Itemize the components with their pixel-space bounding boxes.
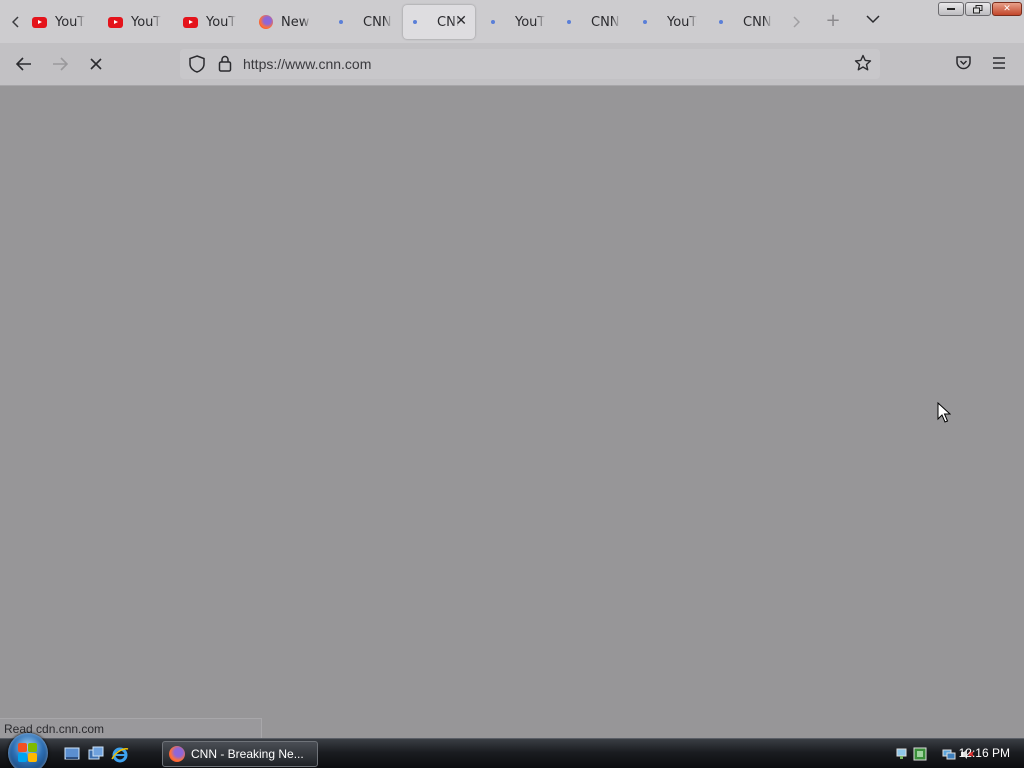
back-arrow-icon: [16, 57, 31, 71]
save-to-pocket-icon[interactable]: [955, 55, 972, 75]
tab-youtube-1[interactable]: YouT: [26, 5, 100, 39]
tab-cnn-3[interactable]: CNN: [709, 5, 783, 39]
firefox-icon: [169, 746, 185, 762]
windows-logo-icon: [18, 743, 38, 763]
window-controls: ✕: [938, 2, 1022, 16]
loading-dot-icon: [567, 20, 571, 24]
taskbar-window-label: CNN - Breaking Ne...: [191, 747, 304, 761]
taskbar-clock[interactable]: 12:16 PM: [959, 746, 1010, 760]
url-bar[interactable]: https://www.cnn.com: [180, 49, 880, 79]
tab-new-tab[interactable]: New T: [253, 5, 327, 39]
tab-label: YouT: [206, 14, 236, 30]
navigation-toolbar: https://www.cnn.com: [0, 43, 1024, 86]
tab-label: CNN: [363, 14, 392, 30]
loading-dot-icon: [643, 20, 647, 24]
tab-cnn-active[interactable]: CNN ✕: [403, 5, 475, 39]
forward-button[interactable]: [49, 53, 71, 75]
loading-dot-icon: [491, 20, 495, 24]
close-window-button[interactable]: ✕: [992, 2, 1022, 16]
forward-arrow-icon: [53, 57, 68, 71]
loading-dot-icon: [413, 20, 417, 24]
tab-label: YouT: [55, 14, 85, 30]
hamburger-menu-icon[interactable]: [991, 55, 1007, 74]
page-content-area[interactable]: [0, 86, 1024, 738]
loading-dot-icon: [339, 20, 343, 24]
system-tray: 12:16 PM: [872, 739, 1024, 768]
chevron-down-icon: [866, 15, 880, 24]
tab-cnn-1[interactable]: CNN: [329, 5, 403, 39]
mouse-cursor-icon: [937, 401, 952, 428]
screen: YouT YouT YouT New T CNN CNN ✕ YouT: [0, 0, 1024, 768]
internet-explorer-icon[interactable]: [111, 746, 129, 763]
start-button[interactable]: [8, 733, 48, 768]
close-tab-icon[interactable]: ✕: [455, 13, 467, 29]
tab-label: YouTu: [667, 14, 697, 30]
status-bar: Read cdn.cnn.com: [0, 718, 262, 738]
tab-youtube-2[interactable]: YouT: [102, 5, 176, 39]
tab-label: CNN: [743, 14, 772, 30]
show-desktop-icon[interactable]: [64, 746, 80, 762]
list-all-tabs-button[interactable]: [864, 12, 882, 30]
network-connection-icon[interactable]: [942, 746, 956, 760]
firefox-icon: [259, 15, 273, 29]
stop-loading-button[interactable]: [85, 53, 107, 75]
tab-label: YouT: [131, 14, 161, 30]
taskbar-firefox-window[interactable]: CNN - Breaking Ne...: [162, 741, 318, 767]
tab-youtube-5[interactable]: YouTu: [633, 5, 707, 39]
lock-icon[interactable]: [218, 55, 232, 76]
tab-youtube-4[interactable]: YouT: [481, 5, 555, 39]
minimize-button[interactable]: [938, 2, 964, 16]
network-sharing-icon[interactable]: [896, 746, 910, 760]
youtube-icon: [108, 16, 123, 28]
tab-label: CNN: [591, 14, 620, 30]
bookmark-star-icon[interactable]: [854, 54, 872, 77]
windows-update-icon[interactable]: [913, 746, 927, 761]
tab-label: YouT: [515, 14, 545, 30]
back-button[interactable]: [13, 53, 35, 75]
tab-label: New T: [281, 14, 311, 30]
new-tab-button[interactable]: +: [824, 12, 842, 30]
stop-icon: [90, 58, 102, 70]
switch-windows-icon[interactable]: [88, 746, 104, 762]
loading-dot-icon: [719, 20, 723, 24]
youtube-icon: [183, 16, 198, 28]
tab-youtube-3[interactable]: YouT: [177, 5, 251, 39]
tab-cnn-2[interactable]: CNN: [557, 5, 631, 39]
restore-button[interactable]: [965, 2, 991, 16]
tab-strip: YouT YouT YouT New T CNN CNN ✕ YouT: [0, 0, 1024, 43]
url-text[interactable]: https://www.cnn.com: [243, 56, 371, 72]
scroll-tabs-right-icon[interactable]: [788, 8, 804, 36]
windows-taskbar: CNN - Breaking Ne... 12:16 PM: [0, 733, 1024, 768]
tracking-protection-shield-icon[interactable]: [189, 55, 205, 77]
scroll-tabs-left-icon[interactable]: [8, 8, 24, 36]
youtube-icon: [32, 16, 47, 28]
